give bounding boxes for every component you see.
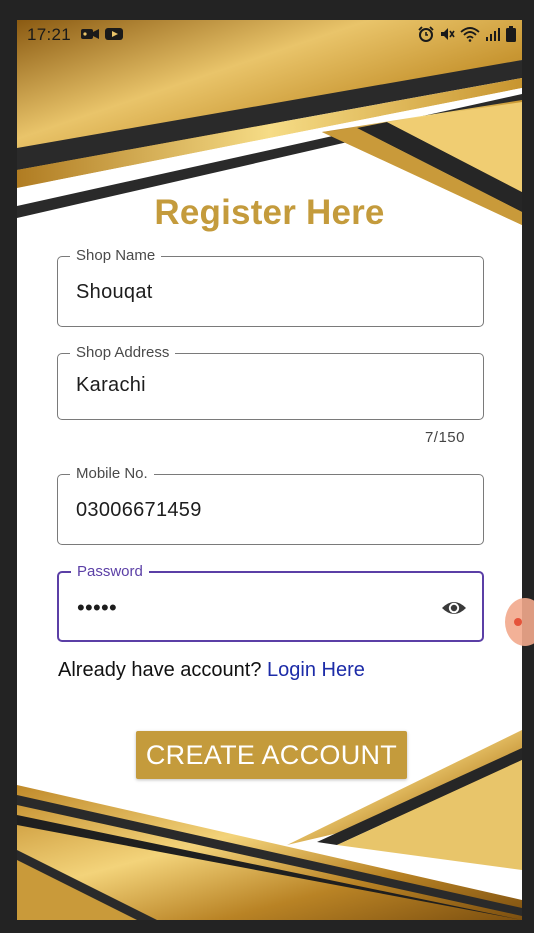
status-left-icons <box>81 27 123 41</box>
signal-icon <box>486 28 500 41</box>
video-camera-icon <box>81 29 99 39</box>
shop-address-field[interactable]: Shop Address <box>57 344 484 420</box>
status-time: 17:21 <box>27 25 72 44</box>
mobile-number-field[interactable]: Mobile No. <box>57 465 484 545</box>
battery-icon <box>506 26 516 42</box>
shop-name-label: Shop Name <box>70 247 162 265</box>
status-bar: 17:21 <box>17 20 522 50</box>
shop-name-field[interactable]: Shop Name <box>57 247 484 327</box>
shop-name-input[interactable] <box>76 281 416 304</box>
shop-address-label: Shop Address <box>70 344 176 362</box>
eye-icon[interactable] <box>440 594 468 622</box>
status-right-icons <box>418 26 516 42</box>
alarm-icon <box>418 26 434 42</box>
password-input[interactable]: ••••• <box>77 595 417 621</box>
mobile-number-label: Mobile No. <box>70 465 154 483</box>
create-account-button[interactable]: CREATE ACCOUNT <box>136 731 407 779</box>
mute-icon <box>441 28 455 40</box>
login-prompt-text: Already have account? <box>58 659 262 681</box>
shop-address-input[interactable] <box>76 374 416 397</box>
wifi-icon <box>460 27 480 42</box>
page-title: Register Here <box>154 193 385 232</box>
shop-address-char-counter: 7/150 <box>424 429 465 446</box>
password-label: Password <box>71 563 149 581</box>
app-screen: 17:21 Register Here Shop Name Shouqat Sh… <box>17 20 522 920</box>
side-handle-dot <box>514 618 522 626</box>
youtube-icon <box>105 28 123 40</box>
mobile-number-input[interactable] <box>76 499 416 522</box>
login-link[interactable]: Login Here <box>267 659 365 681</box>
login-prompt: Already have account? Login Here <box>58 659 365 682</box>
password-field[interactable]: Password ••••• <box>57 563 484 642</box>
